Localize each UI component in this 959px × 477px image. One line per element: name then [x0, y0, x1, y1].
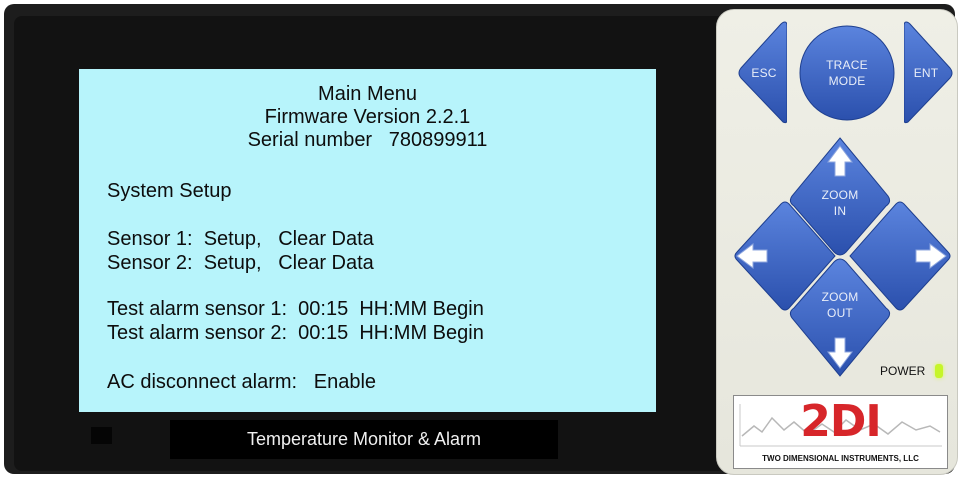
lcd-screen: Main Menu Firmware Version 2.2.1 Serial …	[79, 69, 656, 412]
logo-mark: 2DI	[800, 396, 882, 447]
firmware-version: Firmware Version 2.2.1	[264, 106, 471, 128]
company-name: TWO DIMENSIONAL INSTRUMENTS, LLC	[762, 454, 919, 463]
serial-number: Serial number 780899911	[247, 129, 488, 151]
trace-mode-label-line1: TRACE	[826, 58, 868, 72]
trace-mode-label-line2: MODE	[828, 74, 866, 88]
zoom-out-button[interactable]: ZOOM OUT	[788, 258, 892, 378]
company-logo: 2DI TWO DIMENSIONAL INSTRUMENTS, LLC	[733, 395, 948, 469]
device-label: Temperature Monitor & Alarm	[170, 420, 558, 459]
power-label: POWER	[880, 364, 926, 378]
page-title: Main Menu	[318, 83, 417, 105]
menu-item-test-alarm-sensor2[interactable]: Test alarm sensor 2: 00:15 HH:MM Begin	[107, 322, 484, 345]
zoom-out-label-line1: ZOOM	[821, 290, 859, 304]
power-led-icon	[935, 364, 943, 378]
zoom-out-label-line2: OUT	[827, 306, 853, 320]
menu-item-sensor1[interactable]: Sensor 1: Setup, Clear Data	[107, 228, 374, 251]
menu-header: Main Menu Firmware Version 2.2.1 Serial …	[79, 83, 656, 152]
menu-item-ac-disconnect-alarm[interactable]: AC disconnect alarm: Enable	[107, 371, 376, 394]
status-indicator	[91, 427, 112, 444]
ent-button[interactable]: ENT	[904, 20, 956, 126]
menu-item-test-alarm-sensor1[interactable]: Test alarm sensor 1: 00:15 HH:MM Begin	[107, 298, 484, 321]
esc-label: ESC	[751, 66, 777, 80]
menu-item-sensor2[interactable]: Sensor 2: Setup, Clear Data	[107, 252, 374, 275]
ent-label: ENT	[913, 66, 939, 80]
menu-item-system-setup[interactable]: System Setup	[107, 180, 232, 203]
esc-button[interactable]: ESC	[735, 20, 787, 126]
trace-mode-button[interactable]: TRACE MODE	[798, 24, 896, 122]
